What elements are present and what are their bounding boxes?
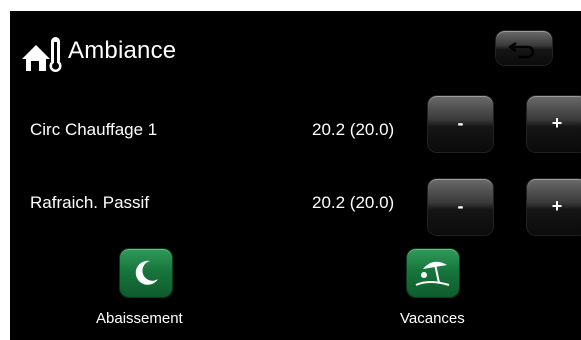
beach-umbrella-icon bbox=[415, 261, 450, 286]
back-button[interactable] bbox=[496, 31, 552, 65]
screen: Ambiance Circ Chauffage 1 20.2 (20.0) - … bbox=[10, 11, 581, 340]
home-thermometer-icon bbox=[20, 33, 70, 77]
vacances-button[interactable] bbox=[407, 249, 459, 297]
row-value-circ-chauffage: 20.2 (20.0) bbox=[312, 120, 395, 139]
back-arrow-icon bbox=[508, 41, 535, 59]
increase-button[interactable]: + bbox=[527, 179, 581, 235]
moon-icon bbox=[135, 260, 158, 285]
abaissement-label: Abaissement bbox=[96, 310, 183, 327]
plus-label: + bbox=[551, 196, 563, 217]
row-value-rafraich-passif: 20.2 (20.0) bbox=[312, 193, 395, 212]
vacances-label: Vacances bbox=[400, 310, 465, 327]
abaissement-button[interactable] bbox=[120, 249, 172, 297]
decrease-button[interactable]: - bbox=[428, 179, 493, 235]
page-title: Ambiance bbox=[68, 37, 177, 64]
plus-label: + bbox=[551, 113, 563, 134]
decrease-button[interactable]: - bbox=[428, 96, 493, 152]
minus-label: - bbox=[457, 113, 464, 134]
row-label-circ-chauffage: Circ Chauffage 1 bbox=[30, 120, 158, 139]
increase-button[interactable]: + bbox=[527, 96, 581, 152]
minus-label: - bbox=[457, 196, 464, 217]
row-label-rafraich-passif: Rafraich. Passif bbox=[30, 193, 150, 212]
